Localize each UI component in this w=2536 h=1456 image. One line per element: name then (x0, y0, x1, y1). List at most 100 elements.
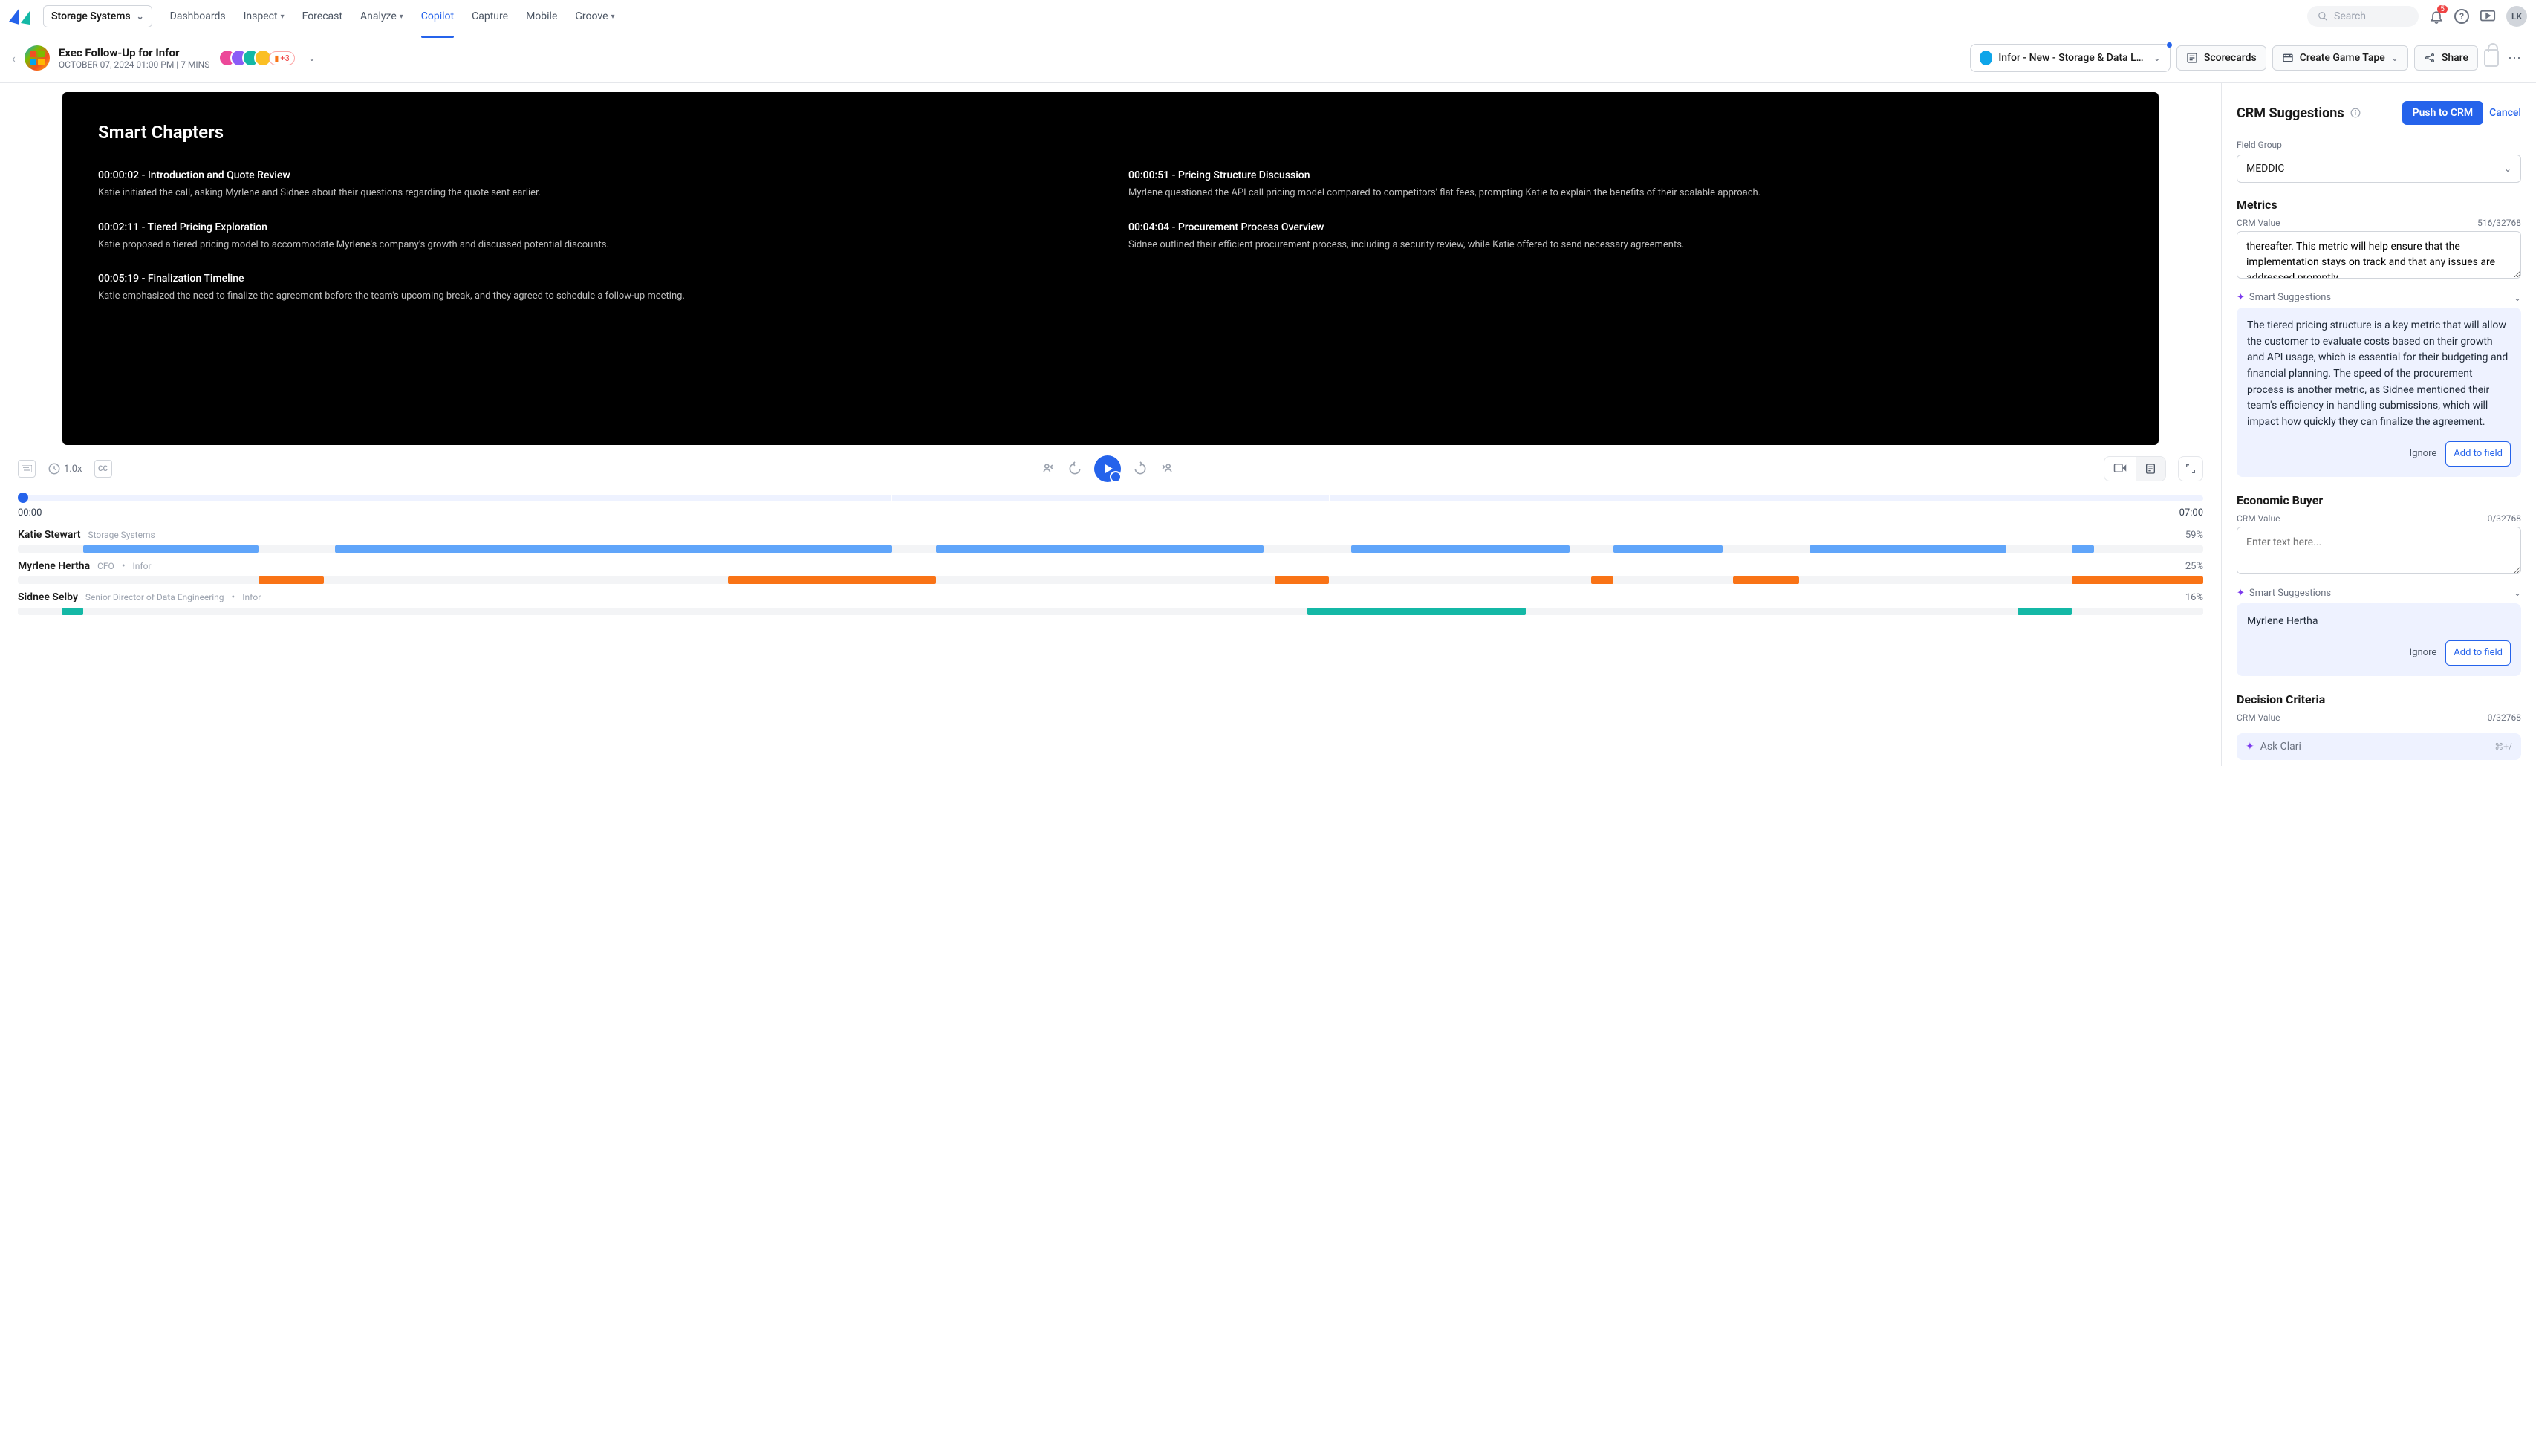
playback-speed[interactable]: 1.0x (64, 464, 82, 475)
chevron-down-icon: ⌄ (2514, 588, 2521, 598)
sparkle-icon: ✦ (2237, 292, 2245, 303)
chapter-desc: Katie initiated the call, asking Myrlene… (98, 186, 1093, 201)
crm-value-label: CRM Value (2237, 218, 2280, 228)
global-search[interactable]: Search (2307, 6, 2419, 27)
back-button[interactable]: ‹ (12, 51, 16, 65)
crm-value-label: CRM Value (2237, 513, 2280, 524)
ask-placeholder: Ask Clari (2260, 741, 2301, 753)
smart-suggestions-toggle[interactable]: ✦ Smart Suggestions ⌄ (2237, 588, 2521, 599)
help-button[interactable]: ? (2454, 9, 2469, 24)
speaker-name: Myrlene Hertha (18, 560, 90, 572)
sparkle-icon: ✦ (2237, 588, 2245, 599)
speaker-timeline[interactable] (18, 608, 2203, 615)
chapter-desc: Myrlene questioned the API call pricing … (1128, 186, 2123, 201)
add-to-field-button[interactable]: Add to field (2445, 441, 2511, 467)
nav-tab-mobile[interactable]: Mobile (526, 1, 557, 31)
speaker-row: Sidnee SelbySenior Director of Data Engi… (18, 588, 2203, 606)
crm-value-counter: 0/32768 (2488, 513, 2521, 524)
speaker-role: Storage Systems (88, 530, 155, 540)
workspace-selector[interactable]: Storage Systems ⌄ (43, 5, 152, 27)
push-to-crm-button[interactable]: Push to CRM (2402, 101, 2484, 125)
chapter-title: 00:00:02 - Introduction and Quote Review (98, 169, 1093, 181)
speaker-tracks: Katie StewartStorage Systems59%Myrlene H… (18, 526, 2203, 620)
crm-value-counter: 0/32768 (2488, 712, 2521, 723)
add-to-field-button[interactable]: Add to field (2445, 640, 2511, 666)
chapter-item[interactable]: 00:05:19 - Finalization TimelineKatie em… (98, 273, 1093, 304)
nav-tab-dashboards[interactable]: Dashboards (170, 1, 226, 31)
chapter-item[interactable]: 00:02:11 - Tiered Pricing Exploration Kat… (98, 221, 1093, 253)
keyboard-shortcuts-button[interactable] (18, 460, 36, 478)
speaker-name: Katie Stewart (18, 529, 80, 541)
timeline-scrubber[interactable] (18, 495, 2203, 501)
speaker-percent: 16% (2185, 592, 2203, 603)
speaker-role: Senior Director of Data Engineering (85, 592, 224, 602)
attendee-avatars[interactable]: ▮+3 (224, 49, 295, 67)
field-group-select[interactable]: MEDDIC ⌄ (2237, 155, 2521, 183)
sparkle-icon: ✦ (2246, 741, 2254, 753)
attendee-expand[interactable]: ⌄ (308, 53, 316, 63)
rewind-icon[interactable] (1067, 461, 1082, 476)
speaker-company: Infor (242, 592, 261, 602)
playhead[interactable] (18, 493, 28, 503)
chapter-title: 00:04:04 - Procurement Process Overview (1128, 221, 2123, 233)
lock-icon[interactable] (2484, 49, 2499, 67)
app-logo (9, 7, 34, 26)
present-icon[interactable] (2480, 9, 2496, 24)
speaker-percent: 25% (2185, 561, 2203, 572)
skip-forward-person-icon[interactable] (1160, 461, 1174, 476)
metrics-heading: Metrics (2237, 198, 2521, 212)
create-game-tape-button[interactable]: Create Game Tape ⌄ (2272, 45, 2408, 71)
skip-back-person-icon[interactable] (1041, 461, 1056, 476)
economic-buyer-heading: Economic Buyer (2237, 493, 2521, 507)
info-icon[interactable] (2350, 108, 2361, 118)
deal-name: Infor - New - Storage & Data Lake | ... (1998, 52, 2147, 64)
chapter-title: 00:05:19 - Finalization Timeline (98, 273, 1093, 285)
ask-clari-input[interactable]: ✦ Ask Clari ⌘+/ (2237, 733, 2521, 760)
share-icon (2424, 52, 2436, 64)
deal-selector[interactable]: Infor - New - Storage & Data Lake | ... … (1970, 44, 2171, 72)
nav-tab-copilot[interactable]: Copilot (421, 1, 454, 31)
field-group-label: Field Group (2237, 140, 2521, 150)
chapters-view-button[interactable] (2136, 457, 2165, 481)
nav-tab-analyze[interactable]: Analyze▾ (360, 1, 403, 31)
speaker-timeline[interactable] (18, 576, 2203, 584)
chapter-desc: Katie proposed a tiered pricing model to… (98, 238, 1093, 253)
meeting-header: ‹ Exec Follow-Up for Infor OCTOBER 07, 2… (0, 33, 2536, 83)
nav-tab-capture[interactable]: Capture (472, 1, 508, 31)
chapter-item[interactable]: 00:04:04 - Procurement Process Overview S… (1128, 221, 2123, 253)
workspace-name: Storage Systems (51, 10, 131, 22)
share-button[interactable]: Share (2414, 45, 2478, 71)
user-avatar[interactable]: LK (2506, 6, 2527, 27)
view-toggle (2104, 456, 2166, 481)
metrics-input[interactable] (2237, 231, 2521, 279)
chevron-down-icon: ⌄ (2391, 53, 2399, 63)
fullscreen-button[interactable] (2178, 456, 2203, 481)
video-view-button[interactable] (2104, 457, 2136, 481)
speaker-row: Katie StewartStorage Systems59% (18, 526, 2203, 544)
speaker-role: CFO (97, 561, 114, 571)
search-placeholder: Search (2334, 10, 2366, 22)
nav-tab-groove[interactable]: Groove▾ (575, 1, 614, 31)
more-menu[interactable]: ⋯ (2505, 51, 2524, 66)
scorecards-button[interactable]: Scorecards (2176, 45, 2266, 71)
chapter-desc: Sidnee outlined their efficient procurem… (1128, 238, 2123, 253)
chapter-title: 00:02:11 - Tiered Pricing Exploration (98, 221, 1093, 233)
economic-buyer-input[interactable] (2237, 527, 2521, 574)
play-button[interactable] (1094, 455, 1121, 482)
scorecard-icon (2186, 52, 2198, 64)
chapter-item[interactable]: 00:00:51 - Pricing Structure DiscussionM… (1128, 169, 2123, 201)
smart-suggestions-toggle[interactable]: ✦ Smart Suggestions ⌄ (2237, 292, 2521, 303)
captions-button[interactable]: CC (94, 460, 112, 478)
nav-tab-inspect[interactable]: Inspect▾ (244, 1, 285, 31)
speaker-timeline[interactable] (18, 545, 2203, 553)
forward-icon[interactable] (1133, 461, 1148, 476)
cancel-button[interactable]: Cancel (2489, 107, 2521, 119)
notifications-button[interactable]: 5 (2429, 9, 2444, 24)
ignore-button[interactable]: Ignore (2410, 646, 2437, 660)
chapter-item[interactable]: 00:00:02 - Introduction and Quote Review… (98, 169, 1093, 201)
ignore-button[interactable]: Ignore (2410, 446, 2437, 461)
metrics-suggestion-card: The tiered pricing structure is a key me… (2237, 308, 2521, 477)
nav-tab-forecast[interactable]: Forecast (302, 1, 342, 31)
attendee-more[interactable]: ▮+3 (269, 51, 295, 65)
player-controls: 1.0x CC (18, 445, 2203, 493)
